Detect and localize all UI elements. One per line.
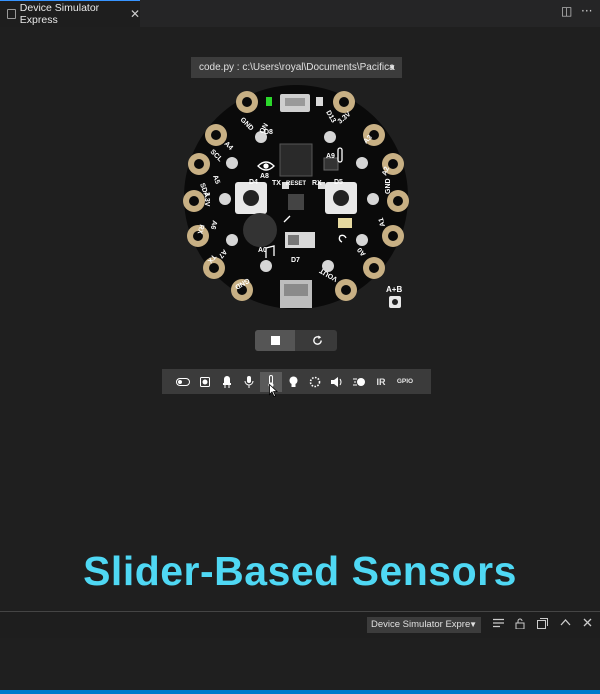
more-actions-icon[interactable]: ···	[581, 4, 592, 18]
label-reset: RESET	[286, 181, 306, 187]
label-d7: D7	[291, 257, 300, 264]
mouse-cursor-icon	[269, 384, 278, 397]
label-a8: A8	[260, 173, 269, 180]
led-icon	[223, 375, 231, 388]
speaker	[243, 213, 277, 247]
label-a0: A0	[258, 247, 267, 254]
close-panel-icon[interactable]	[583, 618, 592, 627]
label-a9: A9	[326, 153, 335, 160]
label-d4: D4	[249, 179, 258, 186]
circuit-playground-board: ON D13 GND SCL A4 SDA A5 3.3V RX A6 TX A…	[183, 85, 409, 309]
microcontroller-chip	[279, 143, 313, 177]
label-rx-small: RX	[312, 180, 322, 187]
label-d5: D5	[334, 179, 343, 186]
label-tx-small: TX	[272, 180, 281, 187]
label-d8: D8	[264, 129, 273, 136]
tab-bar: Device Simulator Express ✕ ◫ ···	[0, 0, 600, 27]
chevron-down-icon: ▼	[469, 620, 477, 629]
sensor-toolbar: IR GPIO	[162, 369, 431, 394]
split-editor-icon[interactable]: ◫	[561, 4, 572, 18]
lightbulb-icon	[289, 376, 297, 387]
caption-title: Slider-Based Sensors	[83, 548, 517, 594]
push-button-tool-button[interactable]	[194, 372, 216, 392]
status-bar	[0, 690, 600, 694]
push-button-icon	[200, 376, 210, 387]
preview-icon	[7, 9, 16, 19]
refresh-icon	[312, 335, 322, 345]
label-a-plus-b: A+B	[386, 285, 402, 294]
label-3v3-left: 3.3V	[203, 192, 210, 207]
close-icon[interactable]: ✕	[130, 7, 140, 21]
restart-button[interactable]	[297, 330, 337, 351]
speaker-tool-button[interactable]	[326, 372, 348, 392]
red-led-tool-button[interactable]	[216, 372, 238, 392]
microphone-tool-button[interactable]	[238, 372, 260, 392]
stop-icon	[270, 336, 280, 345]
clear-output-icon[interactable]	[493, 618, 504, 628]
speaker-icon	[331, 376, 342, 387]
light-tool-button[interactable]	[282, 372, 304, 392]
ir-tool-button[interactable]: IR	[370, 372, 392, 392]
gpio-tool-button[interactable]: GPIO	[392, 372, 418, 392]
neopixel-tool-button[interactable]	[304, 372, 326, 392]
red-led	[316, 97, 323, 106]
tab-device-simulator[interactable]: Device Simulator Express ✕	[0, 0, 140, 27]
neopixel-ring-icon	[309, 376, 321, 387]
reset-button[interactable]	[288, 194, 304, 210]
tab-label: Device Simulator Express	[19, 2, 100, 26]
lock-icon[interactable]	[515, 618, 525, 629]
run-controls	[255, 330, 337, 351]
light-sensor	[338, 218, 352, 228]
chevron-up-icon[interactable]	[560, 618, 571, 626]
open-log-icon[interactable]	[537, 618, 548, 629]
output-channel-value: Device Simulator Expre	[371, 619, 471, 630]
motion-tool-button[interactable]	[348, 372, 370, 392]
stop-button[interactable]	[255, 330, 295, 351]
motion-sensor-icon	[352, 378, 365, 386]
microphone-icon	[244, 375, 254, 388]
output-panel-header	[0, 612, 600, 638]
chevron-down-icon: ▼	[388, 63, 396, 72]
on-led	[266, 97, 272, 106]
file-selector[interactable]: code.py : c:\Users\royal\Documents\Pacif…	[191, 57, 402, 78]
switch-icon	[176, 377, 190, 386]
slide-switch-tool-button[interactable]	[172, 372, 194, 392]
label-gnd-right: GND	[385, 178, 392, 194]
output-channel-select[interactable]: Device Simulator Expre ▼	[367, 617, 481, 633]
file-selector-value: code.py : c:\Users\royal\Documents\Pacif…	[199, 62, 395, 73]
